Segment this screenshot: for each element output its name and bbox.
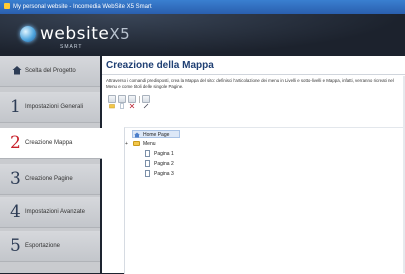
sidebar-item-page-creation[interactable]: 3 Creazione Pagine — [0, 164, 100, 195]
website-x5-logo: websiteX5 SMART — [20, 24, 220, 52]
main-panel: Creazione della Mappa Attraverso i coman… — [102, 56, 405, 274]
step-number: 3 — [10, 169, 21, 189]
title-divider — [102, 74, 405, 75]
home-icon — [12, 66, 22, 75]
tree-item-page[interactable]: Pagina 2 — [144, 160, 184, 168]
add-page-icon[interactable] — [118, 95, 126, 109]
tree-item-page[interactable]: Pagina 3 — [144, 170, 184, 178]
page-description: Attraverso i comandi predisposti, crea l… — [106, 78, 394, 89]
delete-icon[interactable] — [128, 95, 136, 109]
brand-name: website — [40, 24, 110, 44]
step-number: 5 — [10, 236, 21, 256]
sidebar-item-label: Impostazioni Avanzate — [25, 209, 85, 215]
page-icon — [145, 170, 150, 177]
page-icon — [145, 160, 150, 167]
sidebar-item-advanced-settings[interactable]: 4 Impostazioni Avanzate — [0, 197, 100, 228]
expand-toggle[interactable]: + — [125, 140, 128, 148]
brand-edition: SMART — [60, 44, 83, 50]
page-icon — [145, 150, 150, 157]
step-number: 4 — [10, 202, 21, 222]
tree-item-page[interactable]: Pagina 1 — [144, 150, 184, 158]
sidebar-item-label: Impostazioni Generali — [25, 104, 84, 110]
sidebar-item-project[interactable]: Scelta del Progetto — [0, 56, 100, 87]
window-titlebar: My personal website - Incomedia WebSite … — [0, 0, 405, 14]
globe-icon — [20, 26, 36, 42]
sidebar-item-label: Scelta del Progetto — [25, 68, 76, 74]
tree-item-label: Pagina 1 — [154, 151, 174, 157]
sidebar-item-label: Creazione Mappa — [25, 140, 73, 146]
app-icon — [4, 3, 10, 10]
tree-item-home[interactable]: Home Page — [132, 130, 180, 138]
page-title: Creazione della Mappa — [106, 60, 214, 71]
sidebar-item-map-creation[interactable]: 2 Creazione Mappa — [0, 128, 102, 159]
brand-version: X5 — [109, 25, 131, 43]
step-number: 1 — [10, 97, 21, 117]
sidebar-item-export[interactable]: 5 Esportazione — [0, 231, 100, 262]
add-level-icon[interactable] — [108, 95, 116, 109]
map-toolbar — [108, 95, 188, 109]
step-number: 2 — [10, 133, 21, 153]
sidebar-item-general-settings[interactable]: 1 Impostazioni Generali — [0, 92, 100, 123]
tree-item-menu[interactable]: + Menu — [125, 140, 173, 148]
tree-item-label: Menu — [143, 141, 156, 147]
sidebar-item-label: Esportazione — [25, 243, 61, 249]
site-map-tree: Home Page + Menu Pagina 1 Pagina 2 Pagin… — [124, 127, 405, 274]
window-title: My personal website - Incomedia WebSite … — [13, 4, 152, 10]
sidebar-item-label: Creazione Pagine — [25, 176, 73, 182]
toolbar-separator — [139, 96, 140, 103]
rename-icon[interactable] — [142, 95, 150, 109]
tree-item-label: Home Page — [143, 132, 170, 138]
folder-icon — [133, 141, 140, 146]
sidebar: Scelta del Progetto 1 Impostazioni Gener… — [0, 56, 102, 273]
tree-item-label: Pagina 3 — [154, 171, 174, 177]
home-page-icon — [134, 132, 140, 138]
tree-item-label: Pagina 2 — [154, 161, 174, 167]
app-header: websiteX5 SMART — [0, 14, 405, 56]
